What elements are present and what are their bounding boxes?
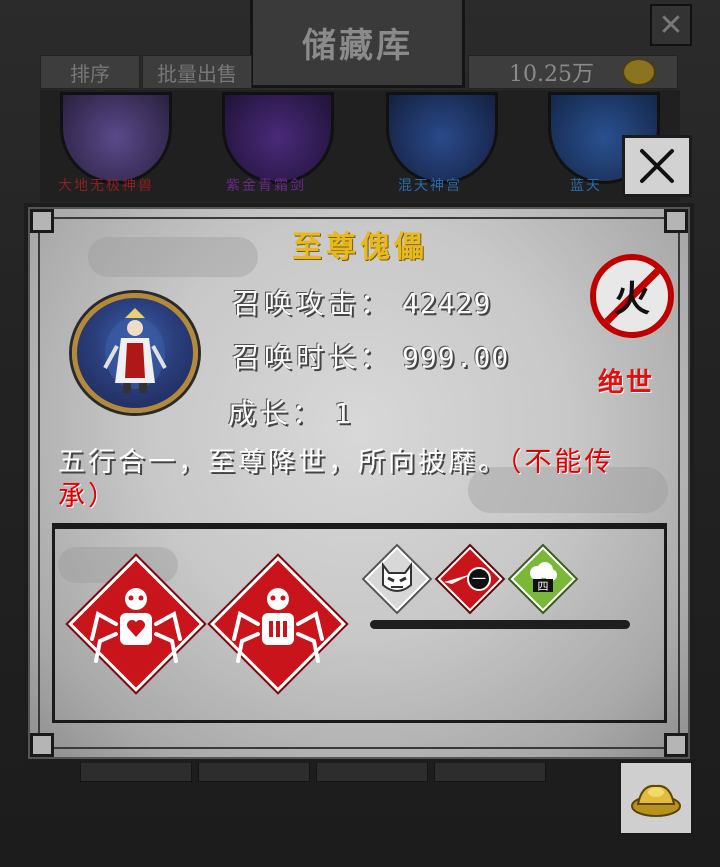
frame-corner xyxy=(664,733,688,757)
sort-tab[interactable]: 排序 xyxy=(40,55,140,89)
growth-stat: 成长： 1 xyxy=(228,392,352,432)
category-label-4: 蓝天 xyxy=(570,178,602,194)
category-label-2: 紫金青霜剑 xyxy=(226,178,306,194)
gold-ingot-icon xyxy=(631,784,681,817)
ink-brush-divider xyxy=(370,620,630,629)
rarity-label: 绝世 xyxy=(598,368,655,398)
sort-tab-label: 排序 xyxy=(70,61,110,86)
duration-stat: 召唤时长： 999.00 xyxy=(232,336,509,376)
close-icon: ✕ xyxy=(658,7,684,43)
puppet-portrait-icon xyxy=(72,293,198,413)
gold-ingot-button[interactable] xyxy=(618,760,694,836)
storage-close-button[interactable]: ✕ xyxy=(650,4,692,46)
storage-title: 储藏库 xyxy=(302,26,413,66)
duration-value: 999.00 xyxy=(402,341,510,374)
demon-face-icon[interactable] xyxy=(365,547,429,611)
category-label-3: 混天神宫 xyxy=(398,178,462,194)
bulk-sell-tab[interactable]: 批量出售 xyxy=(142,55,252,89)
stat-separator: ： xyxy=(292,397,325,430)
skill-glyph: 四 xyxy=(538,580,549,593)
spider-bars-icon[interactable] xyxy=(210,556,346,692)
close-icon xyxy=(640,149,674,183)
attack-value: 42429 xyxy=(402,287,492,320)
no-fire-element-icon: 火 xyxy=(590,254,674,338)
bulk-sell-tab-label: 批量出售 xyxy=(157,61,237,86)
element-glyph: 火 xyxy=(613,278,650,320)
category-label-1: 大地无极神兽 xyxy=(58,178,154,194)
stat-separator: ： xyxy=(360,287,393,320)
bush-four-icon[interactable]: 四 xyxy=(511,547,575,611)
slash-one-icon[interactable]: 一 xyxy=(438,547,502,611)
attack-label: 召唤攻击 xyxy=(232,287,361,320)
gold-ingot-icon xyxy=(622,58,656,86)
skill-glyph: 一 xyxy=(472,572,486,588)
item-description: 五行合一，至尊降世，所向披靡。（不能传承） xyxy=(58,446,658,514)
frame-corner xyxy=(30,733,54,757)
duration-label: 召唤时长 xyxy=(232,341,361,374)
popup-close-button[interactable] xyxy=(622,135,692,197)
stat-separator: ： xyxy=(360,341,393,374)
attack-stat: 召唤攻击： 42429 xyxy=(232,282,491,322)
growth-label: 成长 xyxy=(228,397,293,430)
storage-title-plate: 储藏库 xyxy=(250,0,465,88)
description-text: 五行合一，至尊降世，所向披靡。 xyxy=(58,447,508,478)
growth-value: 1 xyxy=(334,397,352,430)
spider-heart-icon[interactable] xyxy=(68,556,204,692)
money-value: 10.25万 xyxy=(509,62,594,87)
